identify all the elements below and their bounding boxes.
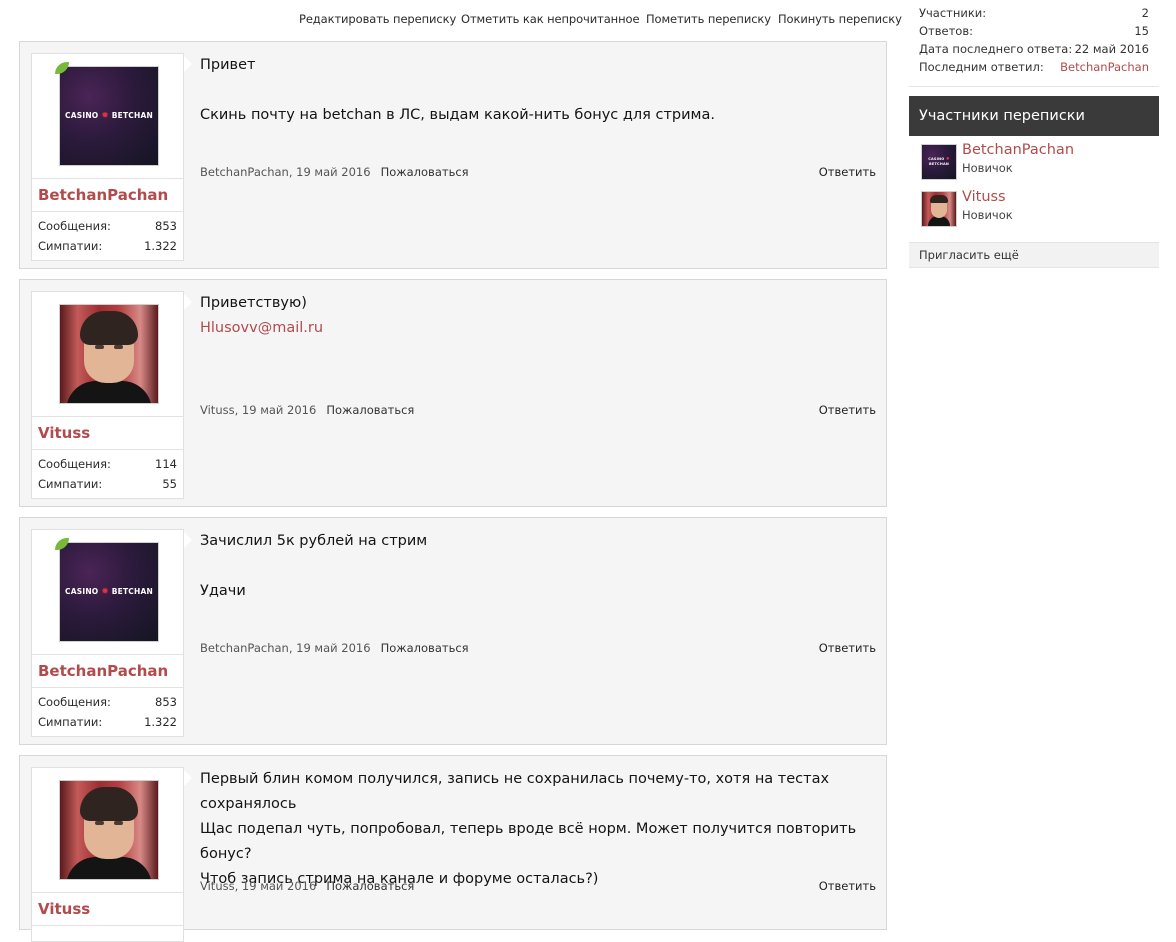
report-link[interactable]: Пожаловаться	[381, 165, 469, 179]
participants-list: CASINO ✹ BETCHAN BetchanPachan Новичок V…	[909, 136, 1159, 242]
participant-title: Новичок	[962, 208, 1013, 222]
participant-avatar[interactable]	[921, 191, 957, 227]
message-text: Приветствую) Hlusovv@mail.ru	[200, 295, 324, 336]
sidebar: Участники: 2 Ответов: 15 Дата последнего о…	[909, 0, 1159, 268]
messages-label: Сообщения:	[38, 457, 111, 471]
likes-label: Симпатии:	[38, 477, 103, 491]
reply-link[interactable]: Ответить	[819, 639, 876, 657]
message-footer: Vituss, 19 май 2016 Пожаловаться Ответить	[200, 401, 876, 419]
leave-conversation-link[interactable]: Покинуть переписку	[778, 12, 902, 26]
username-link[interactable]: Vituss	[32, 417, 183, 450]
messages-count: 853	[155, 219, 177, 233]
invite-more-link[interactable]: Пригласить ещё	[909, 242, 1159, 268]
casino-betchan-logo: CASINO ✹ BETCHAN	[65, 587, 153, 597]
username-link[interactable]: BetchanPachan	[32, 655, 183, 688]
reply-link[interactable]: Ответить	[819, 401, 876, 419]
message-footer: BetchanPachan, 19 май 2016 Пожаловаться О…	[200, 163, 876, 181]
message: Vituss Первый блин комом получился, запи…	[19, 755, 887, 942]
messages-label: Сообщения:	[38, 219, 111, 233]
message-text: Первый блин комом получился, запись не с…	[200, 771, 857, 887]
likes-label: Симпатии:	[38, 239, 103, 253]
email-link[interactable]: Hlusovv@mail.ru	[200, 320, 323, 336]
reply-link[interactable]: Ответить	[819, 163, 876, 181]
participant-title: Новичок	[962, 161, 1013, 175]
message: Vituss Сообщения: 114 Симпатии: 55 Приветс…	[19, 279, 887, 507]
message-arrow	[184, 56, 192, 72]
message: CASINO ✹ BETCHAN BetchanPachan Сообщения…	[19, 41, 887, 269]
author-date[interactable]: BetchanPachan, 19 май 2016	[200, 165, 371, 179]
participant-avatar[interactable]: CASINO ✹ BETCHAN	[921, 144, 957, 180]
casino-betchan-logo: CASINO ✹ BETCHAN	[65, 111, 153, 121]
participant-item: Vituss Новичок	[919, 189, 1149, 236]
author-date[interactable]: Vituss, 19 май 2016	[200, 879, 316, 893]
report-link[interactable]: Пожаловаться	[381, 641, 469, 655]
message-user-info: Vituss Сообщения: 114 Симпатии: 55	[31, 291, 184, 499]
avatar[interactable]	[59, 780, 159, 880]
participant-name-link[interactable]: BetchanPachan	[962, 142, 1074, 158]
message-arrow	[184, 532, 192, 548]
message-footer: BetchanPachan, 19 май 2016 Пожаловаться О…	[200, 639, 876, 657]
avatar[interactable]: CASINO ✹ BETCHAN	[59, 66, 159, 166]
report-link[interactable]: Пожаловаться	[326, 403, 414, 417]
avatar[interactable]	[59, 304, 159, 404]
conversation-actions: Редактировать переписку Отметить как неп…	[299, 12, 902, 28]
report-link[interactable]: Пожаловаться	[326, 879, 414, 893]
username-link[interactable]: BetchanPachan	[32, 179, 183, 212]
author-date[interactable]: BetchanPachan, 19 май 2016	[200, 641, 371, 655]
reply-link[interactable]: Ответить	[819, 877, 876, 895]
message: CASINO ✹ BETCHAN BetchanPachan Сообщения…	[19, 517, 887, 745]
messages-count: 114	[155, 457, 177, 471]
username-link[interactable]: Vituss	[32, 893, 183, 926]
likes-count: 55	[162, 477, 177, 491]
message-user-info: CASINO ✹ BETCHAN BetchanPachan Сообщения…	[31, 53, 184, 261]
edit-conversation-link[interactable]: Редактировать переписку	[299, 12, 456, 26]
author-date[interactable]: Vituss, 19 май 2016	[200, 403, 316, 417]
messages-label: Сообщения:	[38, 695, 111, 709]
casino-betchan-logo: CASINO ✹ BETCHAN	[928, 157, 950, 166]
conversation-stats: Участники: 2 Ответов: 15 Дата последнего о…	[909, 0, 1159, 87]
message-arrow	[184, 294, 192, 310]
participant-item: CASINO ✹ BETCHAN BetchanPachan Новичок	[919, 142, 1149, 189]
likes-count: 1.322	[144, 239, 177, 253]
likes-count: 1.322	[144, 715, 177, 729]
star-conversation-link[interactable]: Пометить переписку	[646, 12, 771, 26]
message-text: Зачислил 5к рублей на стрим Удачи	[200, 533, 428, 599]
mark-unread-link[interactable]: Отметить как непрочитанное	[461, 12, 640, 26]
avatar[interactable]: CASINO ✹ BETCHAN	[59, 542, 159, 642]
participants-header: Участники переписки	[909, 96, 1159, 136]
likes-label: Симпатии:	[38, 715, 103, 729]
message-user-info: CASINO ✹ BETCHAN BetchanPachan Сообщения…	[31, 529, 184, 737]
message-footer: Vituss, 19 май 2016 Пожаловаться Ответить	[200, 877, 876, 895]
last-reply-user-link[interactable]: BetchanPachan	[1060, 58, 1149, 76]
messages-count: 853	[155, 695, 177, 709]
message-arrow	[184, 770, 192, 786]
participant-name-link[interactable]: Vituss	[962, 189, 1006, 205]
message-user-info: Vituss	[31, 767, 184, 942]
message-text: Привет Скинь почту на betchan в ЛС, выда…	[200, 57, 715, 123]
